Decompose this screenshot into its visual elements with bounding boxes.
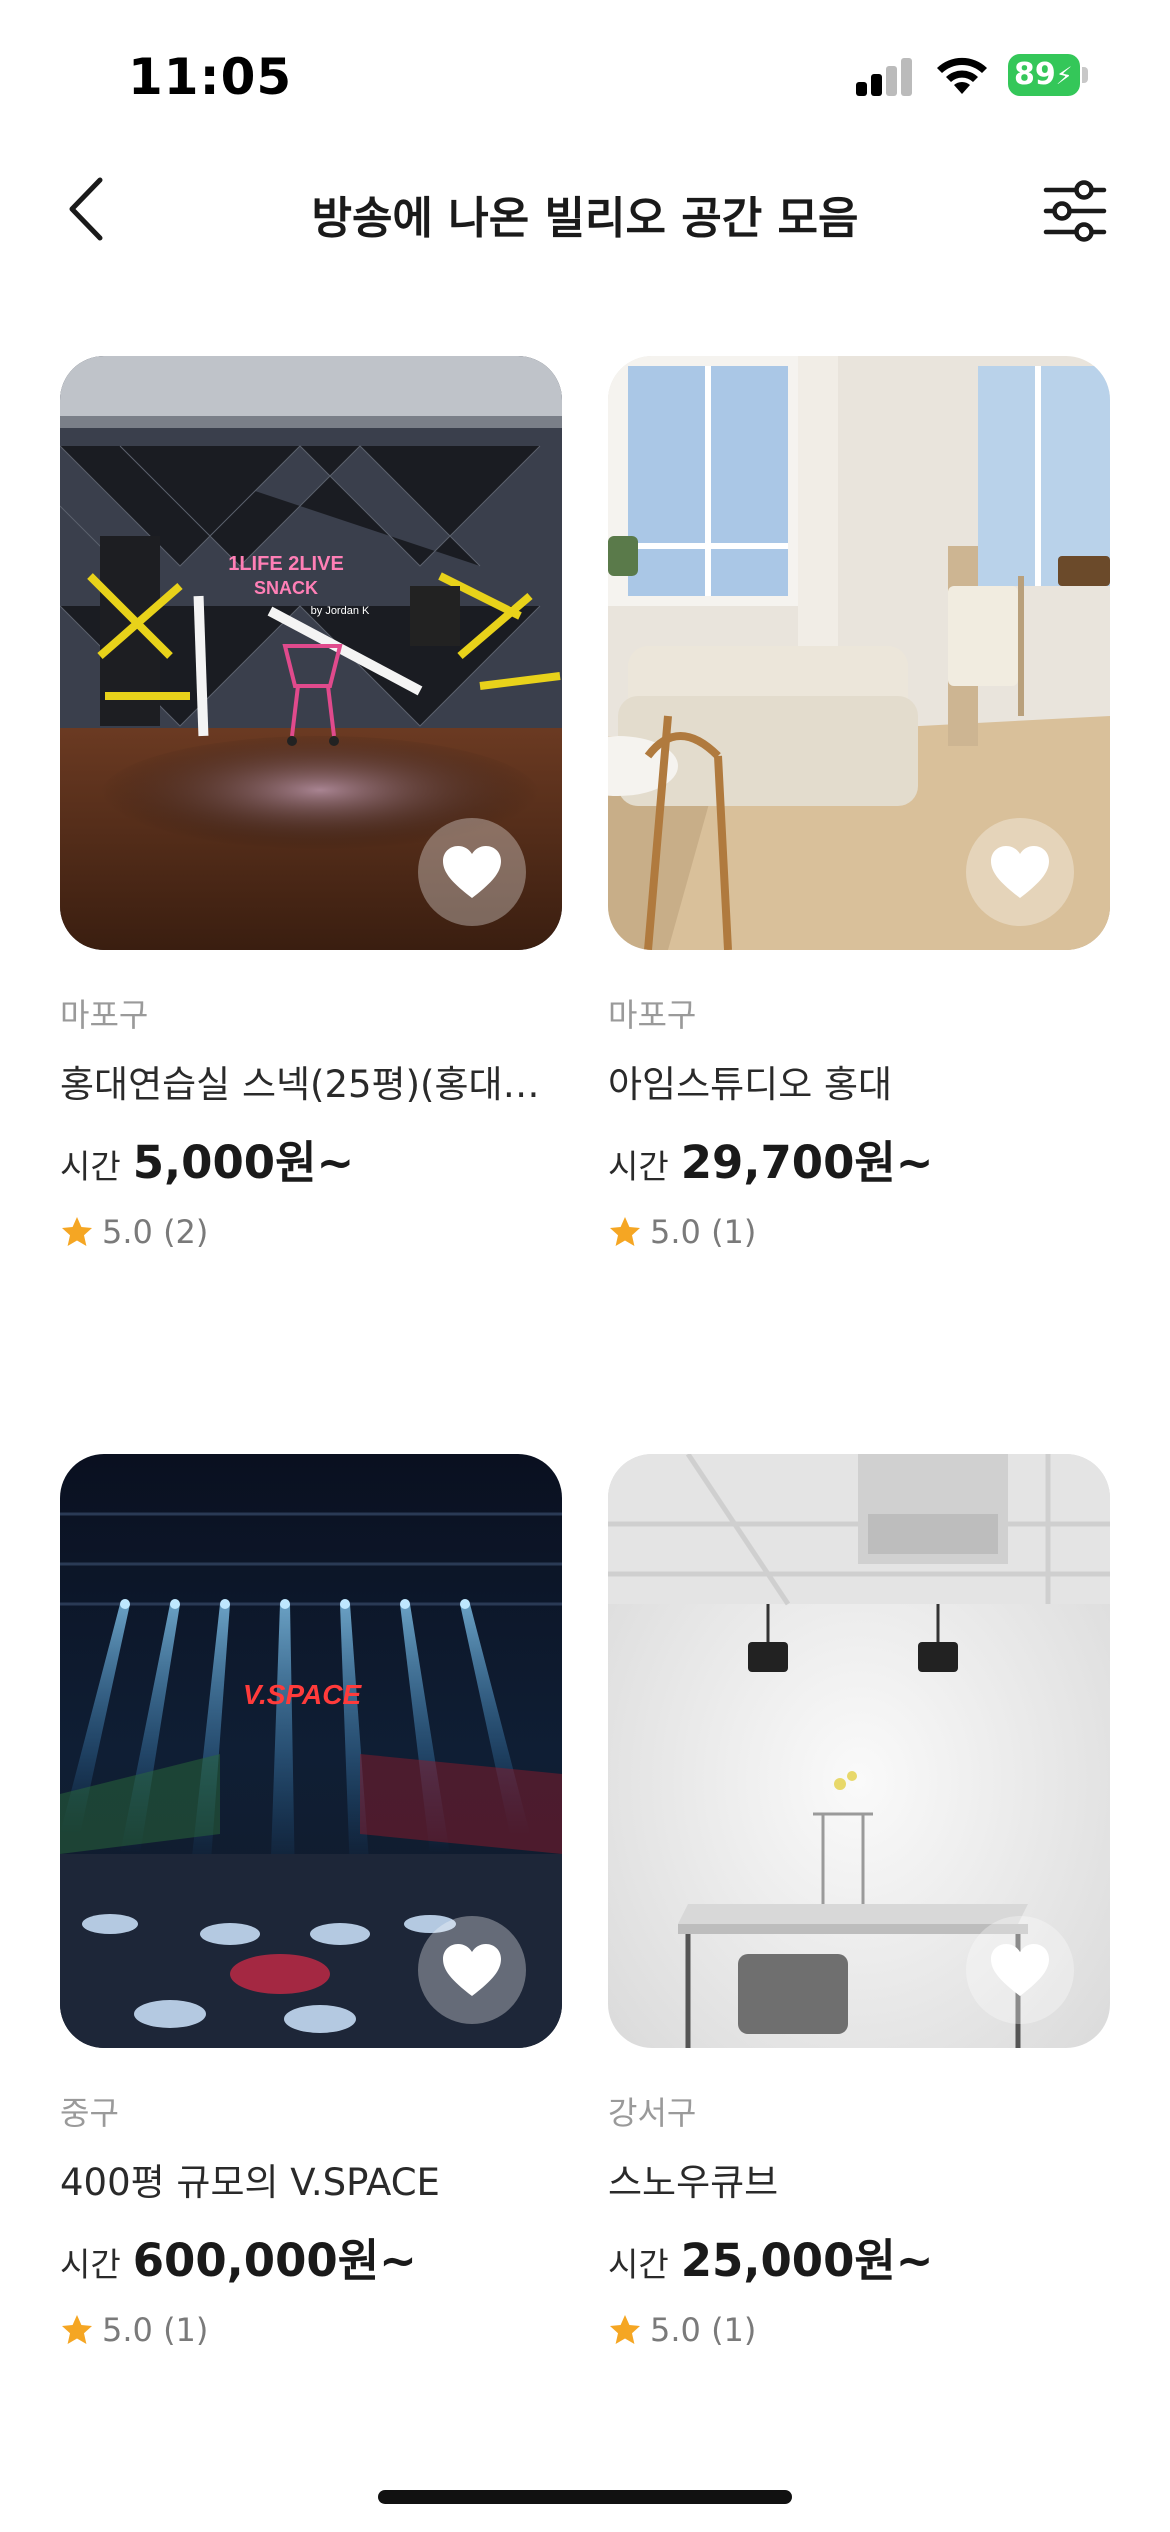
- price-unit: 시간: [608, 2245, 669, 2284]
- heart-icon: [991, 1944, 1049, 1996]
- battery-level: 89: [1014, 57, 1056, 92]
- nav-header: 방송에 나온 빌리오 공간 모음: [0, 150, 1170, 270]
- space-name[interactable]: 아임스튜디오 홍대: [608, 1054, 1110, 1108]
- star-icon: [610, 2315, 640, 2344]
- rating-text: 5.0 (1): [650, 1213, 757, 1251]
- wifi-icon: [937, 57, 987, 94]
- price-value: 600,000원~: [132, 2234, 417, 2287]
- status-time: 11:05: [128, 48, 293, 106]
- filter-sliders-icon[interactable]: [1040, 176, 1110, 246]
- space-card[interactable]: 1LIFE 2LIVE SNACK by Jordan K 마포구 홍대연습실 …: [60, 356, 562, 1251]
- neon-sign-line2: SNACK: [254, 578, 318, 598]
- rating-row: 5.0 (1): [608, 1213, 1110, 1251]
- cellular-signal-icon: [856, 58, 914, 96]
- space-name[interactable]: 400평 규모의 V.SPACE: [60, 2152, 562, 2206]
- heart-icon: [443, 846, 501, 898]
- space-name[interactable]: 스노우큐브: [608, 2152, 1110, 2206]
- favorite-button[interactable]: [418, 818, 526, 926]
- rating-row: 5.0 (1): [60, 2311, 562, 2349]
- space-district: 중구: [60, 2094, 119, 2132]
- rating-row: 5.0 (1): [608, 2311, 1110, 2349]
- price-unit: 시간: [60, 1147, 121, 1186]
- page-title: 방송에 나온 빌리오 공간 모음: [311, 193, 859, 244]
- space-district: 강서구: [608, 2094, 697, 2132]
- favorite-button[interactable]: [966, 818, 1074, 926]
- neon-sign-line1: 1LIFE 2LIVE: [228, 553, 344, 575]
- rating-row: 5.0 (2): [60, 1213, 562, 1251]
- space-photo[interactable]: [608, 356, 1110, 950]
- space-card[interactable]: 마포구 아임스튜디오 홍대 시간 29,700원~ 5.0 (1): [608, 356, 1110, 1251]
- space-photo[interactable]: 1LIFE 2LIVE SNACK by Jordan K: [60, 356, 562, 950]
- space-name[interactable]: 홍대연습실 스넥(25평)(홍대입구역): [60, 1054, 562, 1108]
- price-unit: 시간: [608, 1147, 669, 1186]
- rating-text: 5.0 (2): [102, 1213, 209, 1251]
- price-row: 시간 29,700원~: [608, 1126, 1110, 1191]
- home-indicator[interactable]: [378, 2490, 792, 2504]
- favorite-button[interactable]: [418, 1916, 526, 2024]
- price-row: 시간 5,000원~: [60, 1126, 562, 1191]
- heart-icon: [991, 846, 1049, 898]
- price-unit: 시간: [60, 2245, 121, 2284]
- space-photo[interactable]: V.SPACE: [60, 1454, 562, 2048]
- space-district: 마포구: [60, 996, 149, 1034]
- price-value: 5,000원~: [132, 1136, 355, 1189]
- star-icon: [610, 1217, 640, 1246]
- rating-text: 5.0 (1): [650, 2311, 757, 2349]
- heart-icon: [443, 1944, 501, 1996]
- star-icon: [62, 2315, 92, 2344]
- space-card[interactable]: V.SPACE 중구 400평 규모의 V.SPACE 시간 600,000원~…: [60, 1454, 562, 2349]
- status-bar: 11:05 89⚡: [0, 0, 1170, 150]
- battery-icon: 89⚡: [1008, 54, 1088, 96]
- space-card[interactable]: 강서구 스노우큐브 시간 25,000원~ 5.0 (1): [608, 1454, 1110, 2349]
- favorite-button[interactable]: [966, 1916, 1074, 2024]
- neon-sign-line3: by Jordan K: [311, 605, 370, 617]
- price-row: 시간 600,000원~: [60, 2224, 562, 2289]
- space-district: 마포구: [608, 996, 697, 1034]
- rating-text: 5.0 (1): [102, 2311, 209, 2349]
- vspace-logo: V.SPACE: [243, 1679, 363, 1710]
- star-icon: [62, 1217, 92, 1246]
- price-row: 시간 25,000원~: [608, 2224, 1110, 2289]
- price-value: 29,700원~: [680, 1136, 934, 1189]
- price-value: 25,000원~: [680, 2234, 934, 2287]
- space-photo[interactable]: [608, 1454, 1110, 2048]
